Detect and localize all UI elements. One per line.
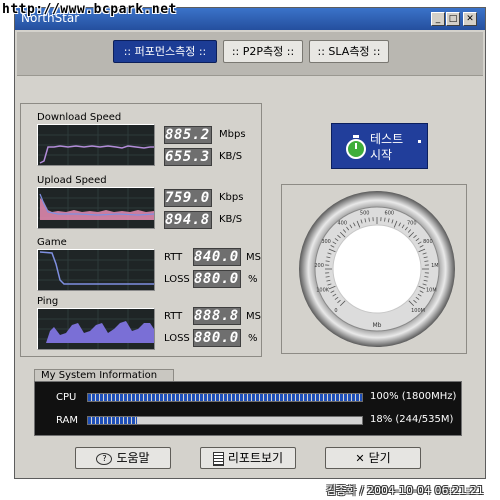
ram-bar — [87, 416, 363, 425]
help-button[interactable]: ? 도움말 — [75, 447, 171, 469]
close-button[interactable]: ✕ 닫기 — [325, 447, 421, 469]
tab-sla[interactable]: :: SLA측정 :: — [309, 40, 389, 63]
gauge-tick-label: 800 — [423, 239, 433, 245]
ping-rtt-value: 888.8 — [193, 307, 241, 325]
gauge-tick-label: 400 — [337, 221, 347, 227]
upload-graph — [37, 187, 155, 229]
credit-text: 김종화 / 2004-10-04 06:21:21 — [326, 484, 484, 497]
download-mbps-unit: Mbps — [219, 129, 246, 140]
dropdown-dot-icon — [418, 140, 421, 143]
close-icon[interactable]: ✕ — [463, 12, 477, 26]
ping-graph-area — [40, 321, 154, 343]
cpu-text: 100% (1800MHz) — [370, 391, 457, 402]
upload-kbs-value: 894.8 — [164, 211, 212, 229]
download-mbps-value: 885.2 — [164, 126, 212, 144]
gauge-tick-label: 300 — [321, 239, 331, 245]
gauge-tick-label: 1M — [431, 263, 439, 269]
ping-graph-svg — [38, 309, 154, 349]
start-test-label-line1: 테스트 — [370, 132, 404, 146]
ram-label: RAM — [56, 415, 79, 426]
stopwatch-icon — [346, 135, 366, 159]
game-rtt-unit: MS — [246, 252, 261, 263]
ping-graph — [37, 308, 155, 350]
game-rtt-value: 840.0 — [193, 248, 241, 266]
ram-text: 18% (244/535M) — [370, 414, 454, 425]
game-graph — [37, 249, 155, 291]
game-graph-line — [39, 251, 154, 285]
ping-loss-unit: % — [248, 333, 258, 344]
ram-bar-fill — [88, 417, 138, 424]
upload-kbps-unit: Kbps — [219, 192, 244, 203]
gauge-tick-label: 700 — [407, 221, 417, 227]
speed-gauge: 0 100K 200 300 400 500 600 700 800 1M 10M 100M Mb — [299, 191, 455, 347]
cpu-label: CPU — [56, 392, 77, 403]
start-test-button[interactable]: 테스트 시작 — [331, 123, 428, 169]
gauge-center — [332, 224, 422, 314]
gauge-tick-label: 200 — [314, 263, 324, 269]
close-icon: ✕ — [355, 452, 365, 465]
maximize-icon[interactable]: □ — [446, 12, 460, 26]
gauge-tick-label: 100M — [411, 308, 425, 314]
game-loss-label: LOSS — [164, 274, 190, 285]
system-info-box — [34, 381, 462, 436]
report-icon — [212, 451, 224, 466]
download-kbs-value: 655.3 — [164, 148, 212, 166]
ping-rtt-label: RTT — [164, 311, 183, 322]
ping-label: Ping — [37, 296, 59, 307]
game-rtt-label: RTT — [164, 252, 183, 263]
gauge-tick-label: 500 — [360, 210, 370, 216]
upload-kbps-value: 759.0 — [164, 189, 212, 207]
ping-loss-label: LOSS — [164, 333, 190, 344]
start-test-label-line2: 시작 — [370, 148, 393, 162]
download-graph — [37, 124, 155, 166]
minimize-icon[interactable]: _ — [431, 12, 445, 26]
gauge-tick-label: 10M — [426, 287, 437, 293]
watermark-text: http://www.bcpark.net — [2, 2, 177, 17]
game-loss-unit: % — [248, 274, 258, 285]
game-graph-svg — [38, 250, 154, 290]
ping-loss-value: 880.0 — [193, 329, 241, 347]
download-kbs-unit: KB/S — [219, 151, 243, 162]
help-icon: ? — [96, 452, 113, 465]
report-button[interactable]: 리포트보기 — [200, 447, 296, 469]
game-loss-value: 880.0 — [193, 270, 241, 288]
ping-rtt-unit: MS — [246, 311, 261, 322]
help-button-label: 도움말 — [116, 451, 150, 465]
download-speed-label: Download Speed — [37, 112, 122, 123]
cpu-bar-fill — [88, 394, 362, 401]
report-button-label: 리포트보기 — [227, 451, 284, 465]
download-graph-svg — [38, 125, 154, 165]
gauge-tick-label: 100K — [316, 287, 330, 293]
close-button-label: 닫기 — [368, 451, 391, 465]
game-label: Game — [37, 237, 67, 248]
gauge-tick-label: 0 — [334, 308, 337, 314]
gauge-unit-label: Mb — [373, 322, 382, 329]
tab-p2p[interactable]: :: P2P측정 :: — [223, 40, 303, 63]
upload-graph-svg — [38, 188, 154, 228]
upload-kbs-unit: KB/S — [219, 214, 243, 225]
tab-performance[interactable]: :: 퍼포먼스측정 :: — [113, 40, 217, 63]
tab-bar: :: 퍼포먼스측정 :: :: P2P측정 :: :: SLA측정 :: — [17, 32, 483, 76]
cpu-bar — [87, 393, 363, 402]
upload-speed-label: Upload Speed — [37, 175, 107, 186]
gauge-tick-label: 600 — [385, 210, 395, 216]
